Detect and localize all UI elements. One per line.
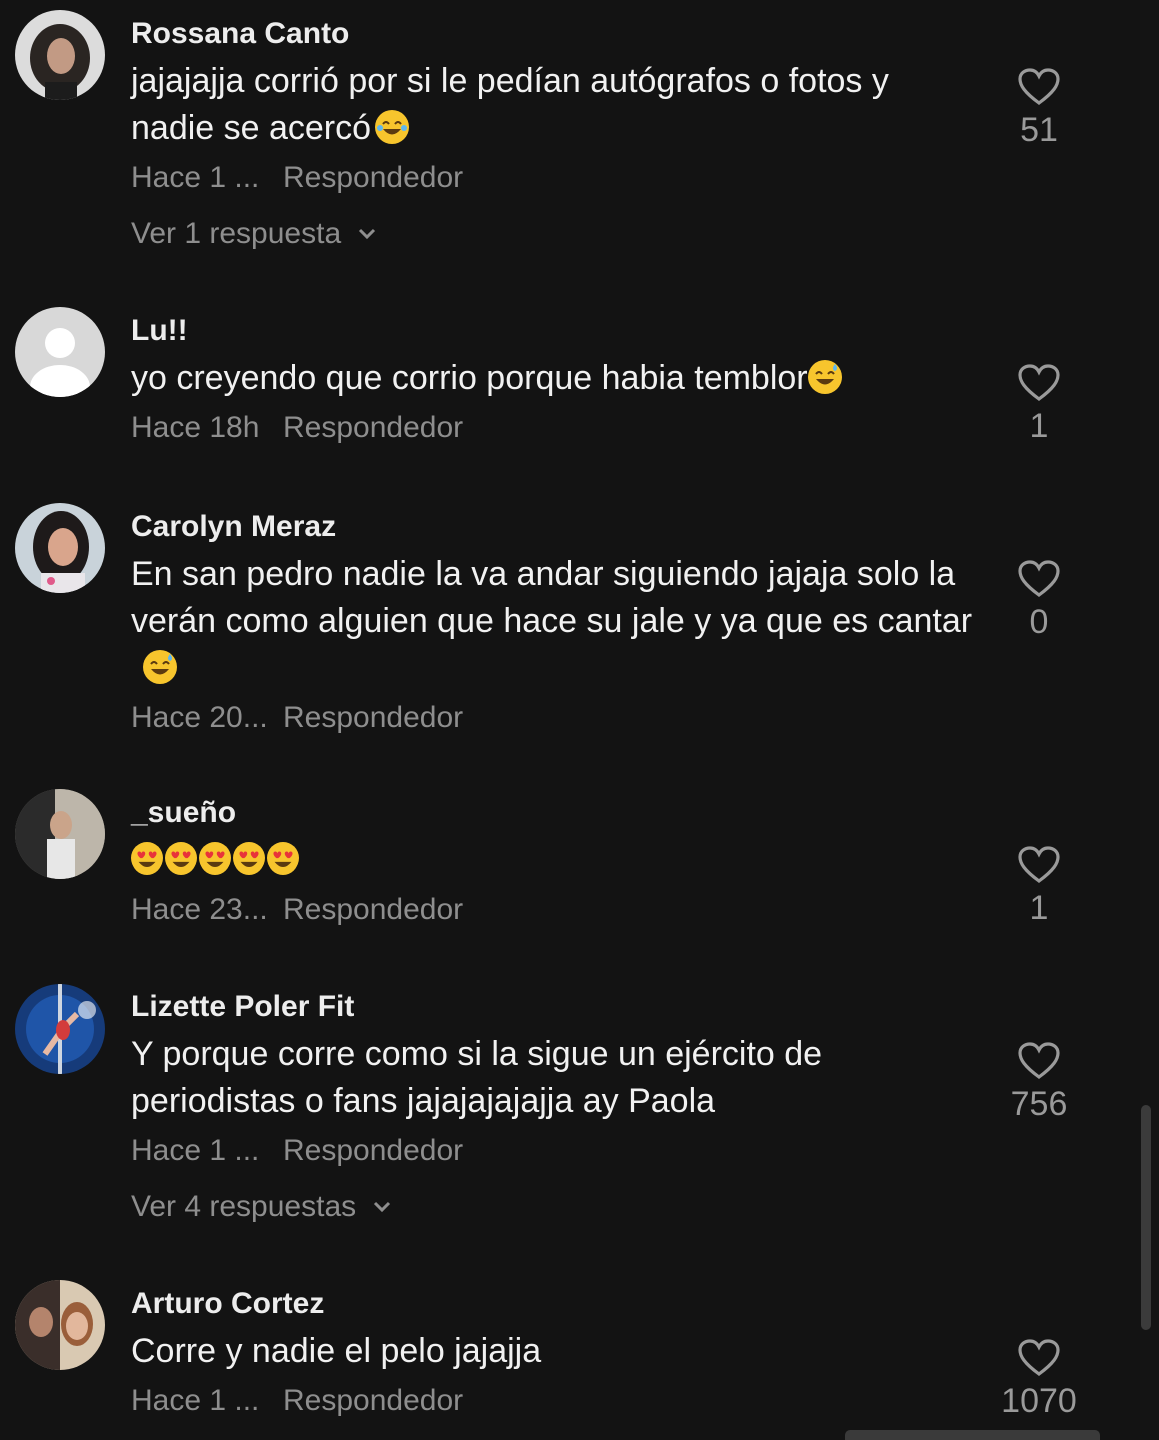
comment-time: Hace 18h xyxy=(131,411,260,444)
comment-text: Y porque corre como si la sigue un ejérc… xyxy=(131,1035,823,1120)
like-button[interactable]: 51 xyxy=(990,68,1088,150)
like-button[interactable]: 0 xyxy=(990,560,1088,642)
comment-meta: Hace 23... Respondedor xyxy=(131,890,981,930)
reply-button[interactable]: Respondedor xyxy=(283,408,463,448)
reply-button[interactable]: Respondedor xyxy=(283,698,463,738)
grinning-face-with-sweat-icon xyxy=(143,650,177,684)
comment-text: En san pedro nadie la va andar siguiendo… xyxy=(131,551,981,692)
comment-time: Hace 1 ... xyxy=(131,1134,260,1167)
comment-time: Hace 1 ... xyxy=(131,161,260,194)
comment-meta: Hace 1 ... Respondedor xyxy=(131,158,981,198)
avatar[interactable] xyxy=(15,1280,105,1370)
like-count: 1070 xyxy=(1001,1382,1077,1420)
comment-time: Hace 1 ... xyxy=(131,1384,260,1417)
avatar[interactable] xyxy=(15,789,105,879)
heart-eyes-icon xyxy=(199,842,231,876)
comment-username[interactable]: Lizette Poler Fit xyxy=(131,989,981,1025)
heart-icon xyxy=(1018,68,1060,105)
view-replies-button[interactable]: Ver 4 respuestas xyxy=(131,1187,981,1227)
like-button[interactable]: 1 xyxy=(990,364,1088,446)
like-count: 51 xyxy=(1020,111,1058,149)
comment-meta: Hace 18h Respondedor xyxy=(131,408,981,448)
comment-meta: Hace 1 ... Respondedor xyxy=(131,1131,981,1171)
comment-username[interactable]: Lu!! xyxy=(131,313,981,349)
comment-list: Rossana Canto jajajajja corrió por si le… xyxy=(0,0,1140,1440)
chevron-down-icon xyxy=(359,228,376,240)
heart-icon xyxy=(1018,846,1060,883)
comment-text: Corre y nadie el pelo jajajja xyxy=(131,1332,542,1370)
avatar[interactable] xyxy=(15,10,105,100)
view-replies-label: Ver 1 respuesta xyxy=(131,217,342,250)
view-replies-label: Ver 4 respuestas xyxy=(131,1190,357,1223)
scrollbar-thumb[interactable] xyxy=(1141,1105,1151,1330)
comment-username[interactable]: _sueño xyxy=(131,795,981,831)
comment-username[interactable]: Arturo Cortez xyxy=(131,1286,981,1322)
heart-icon xyxy=(1018,1042,1060,1079)
grinning-face-with-sweat-icon xyxy=(807,360,842,394)
like-count: 1 xyxy=(1029,407,1049,445)
comment-time: Hace 20... xyxy=(131,701,268,734)
comment-text: yo creyendo que corrio porque habia temb… xyxy=(131,355,981,402)
comment-username[interactable]: Carolyn Meraz xyxy=(131,509,981,545)
view-replies-button[interactable]: Ver 1 respuesta xyxy=(131,214,981,254)
reply-button[interactable]: Respondedor xyxy=(283,1381,463,1421)
reply-button[interactable]: Respondedor xyxy=(283,890,463,930)
like-count: 1 xyxy=(1029,889,1049,927)
avatar[interactable] xyxy=(15,503,105,593)
like-count: 756 xyxy=(1010,1085,1068,1123)
avatar[interactable] xyxy=(15,307,105,397)
like-button[interactable]: 1070 xyxy=(990,1339,1088,1421)
heart-icon xyxy=(1018,560,1060,597)
like-button[interactable]: 1 xyxy=(990,846,1088,928)
like-button[interactable]: 756 xyxy=(990,1042,1088,1124)
heart-eyes-icon xyxy=(233,842,265,876)
comment-text: jajajajja corrió por si le pedían autógr… xyxy=(131,62,889,147)
comment-text xyxy=(131,837,981,884)
comment-time: Hace 23... xyxy=(131,893,268,926)
heart-eyes-icon xyxy=(267,842,299,876)
face-with-tears-of-joy-icon xyxy=(375,110,410,144)
home-indicator xyxy=(845,1430,1100,1440)
heart-eyes-icon xyxy=(131,842,163,876)
heart-icon xyxy=(1018,364,1060,401)
heart-icon xyxy=(1018,1339,1060,1376)
chevron-down-icon xyxy=(374,1201,391,1213)
comment-username[interactable]: Rossana Canto xyxy=(131,16,981,52)
like-count: 0 xyxy=(1029,603,1049,641)
comment-meta: Hace 20... Respondedor xyxy=(131,698,981,738)
comment-meta: Hace 1 ... Respondedor xyxy=(131,1381,981,1421)
avatar[interactable] xyxy=(15,984,105,1074)
reply-button[interactable]: Respondedor xyxy=(283,158,463,198)
heart-eyes-icon xyxy=(165,842,197,876)
reply-button[interactable]: Respondedor xyxy=(283,1131,463,1171)
